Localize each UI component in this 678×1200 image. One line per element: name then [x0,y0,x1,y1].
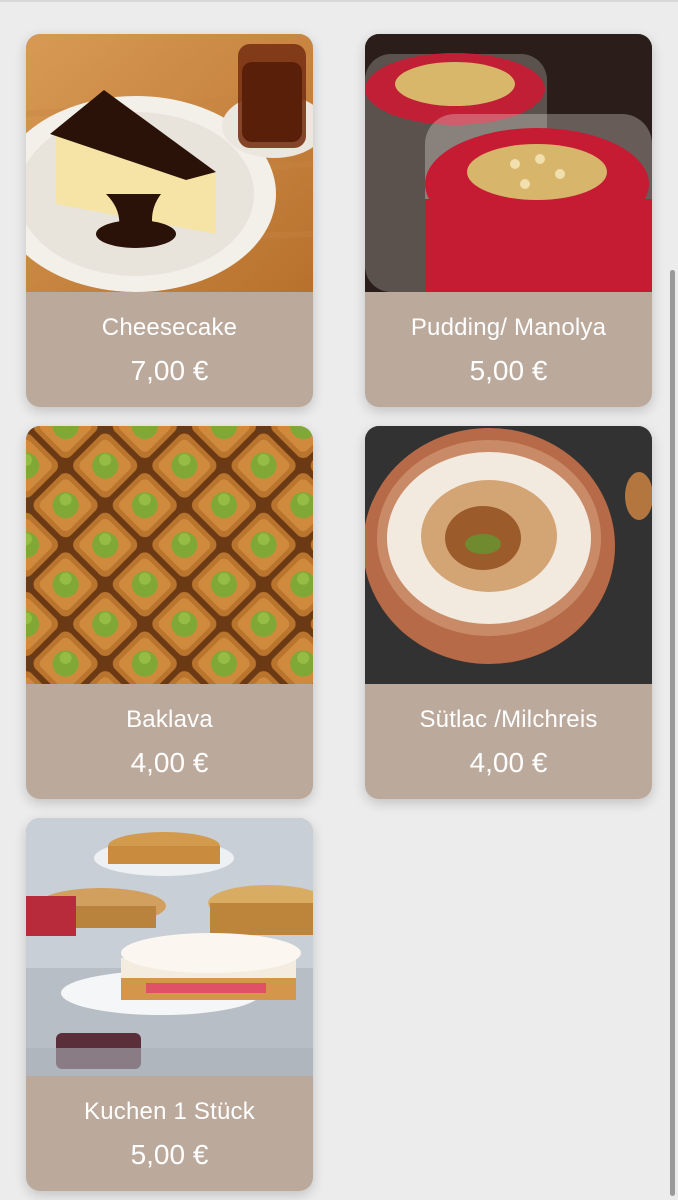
kuchen-photo [26,818,313,1076]
menu-item-price: 4,00 € [469,747,548,778]
menu-item-info: Sütlac /Milchreis 4,00 € [365,684,652,799]
menu-item-info: Pudding/ Manolya 5,00 € [365,292,652,407]
menu-item-info: Kuchen 1 Stück 5,00 € [26,1076,313,1191]
cheesecake-photo [26,34,313,292]
pudding-photo [365,34,652,292]
dessert-menu-grid: Cheesecake 7,00 € Pudding/ Manolya 5,00 … [26,34,652,1191]
menu-item-name: Baklava [126,706,213,733]
menu-item-price: 5,00 € [469,355,548,386]
menu-item-name: Sütlac /Milchreis [419,706,598,733]
menu-item-info: Baklava 4,00 € [26,684,313,799]
menu-item-card[interactable]: Baklava 4,00 € [26,426,313,799]
menu-item-info: Cheesecake 7,00 € [26,292,313,407]
menu-item-name: Kuchen 1 Stück [84,1098,255,1125]
top-divider [0,0,678,2]
menu-item-card[interactable]: Kuchen 1 Stück 5,00 € [26,818,313,1191]
menu-item-card[interactable]: Pudding/ Manolya 5,00 € [365,34,652,407]
baklava-photo [26,426,313,684]
menu-item-price: 5,00 € [130,1139,209,1170]
vertical-scrollbar[interactable] [670,270,675,1196]
menu-item-name: Pudding/ Manolya [410,314,607,341]
menu-item-card[interactable]: Sütlac /Milchreis 4,00 € [365,426,652,799]
menu-item-price: 4,00 € [130,747,209,778]
menu-item-card[interactable]: Cheesecake 7,00 € [26,34,313,407]
menu-item-name: Cheesecake [101,314,238,341]
scrollbar-thumb[interactable] [670,270,675,1196]
sutlac-photo [365,426,652,684]
menu-item-price: 7,00 € [130,355,209,386]
